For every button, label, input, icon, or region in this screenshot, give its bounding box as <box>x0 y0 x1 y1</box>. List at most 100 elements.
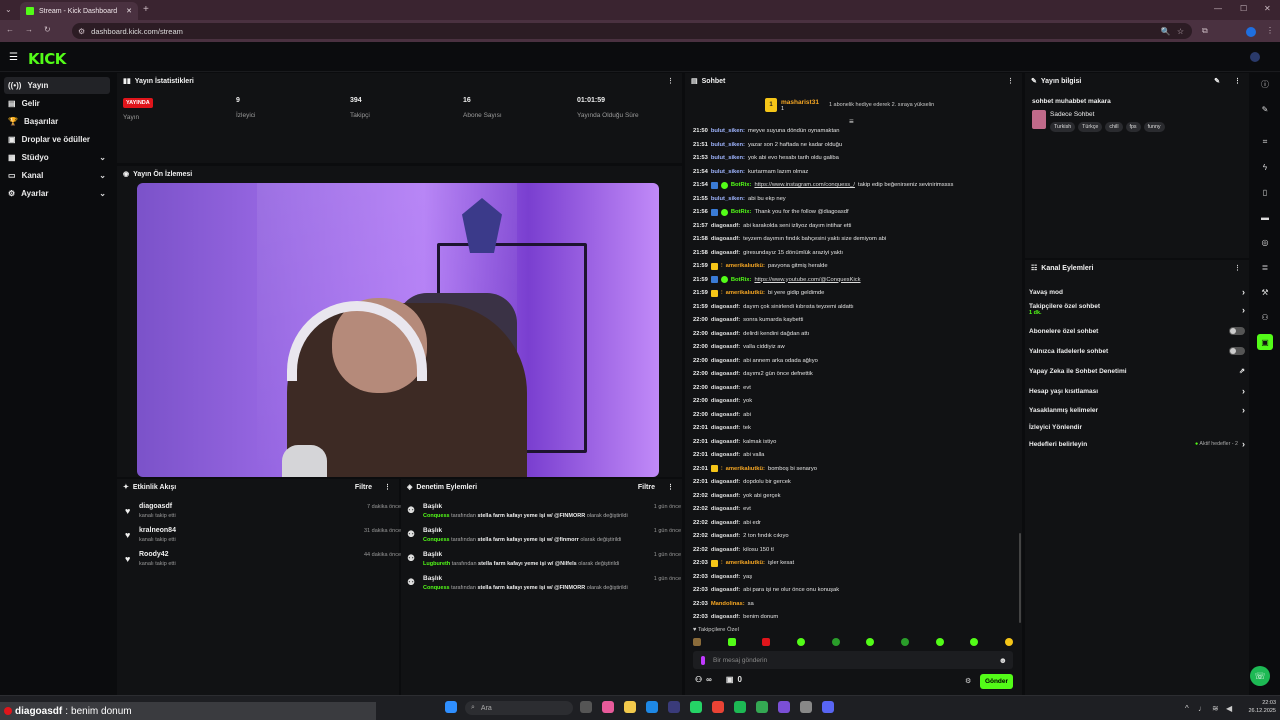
app-icon[interactable] <box>778 701 790 713</box>
back-icon[interactable]: ← <box>6 25 14 34</box>
message-user[interactable]: diagoasdf: <box>711 614 740 620</box>
emoji-icon[interactable]: ☻ <box>999 656 1007 665</box>
emote-icon[interactable] <box>796 638 805 646</box>
spotify-icon[interactable] <box>734 701 746 713</box>
chat-settings-gear-icon[interactable]: ⚙ <box>965 677 971 685</box>
message-user[interactable]: diagoasdf: <box>711 533 740 539</box>
message-user[interactable]: diagoasdf: <box>711 574 740 580</box>
subscribers-only-item[interactable]: Abonelere özel sohbet <box>1029 324 1245 338</box>
activity-user[interactable]: kralneon84 <box>139 527 176 534</box>
extensions-icon[interactable]: ⧉ <box>1202 26 1208 36</box>
filter-button[interactable]: Filtre <box>355 484 372 491</box>
address-bar[interactable]: ⚙ dashboard.kick.com/stream 🔍 ☆ <box>72 23 1192 39</box>
activity-user[interactable]: Roody42 <box>139 551 169 558</box>
message-user[interactable]: BotRix: <box>731 277 752 283</box>
sidebar-item-ayarlar[interactable]: ⚙ Ayarlar ⌄ <box>4 185 110 202</box>
app-icon[interactable] <box>602 701 614 713</box>
info-icon[interactable]: ⓘ <box>1257 76 1273 92</box>
user-avatar[interactable] <box>1250 52 1260 62</box>
broadcast-icon[interactable]: ◎ <box>1257 234 1273 250</box>
site-info-icon[interactable]: ⚙ <box>78 27 85 36</box>
message-user[interactable]: diagoasdf: <box>711 236 740 242</box>
windows-start-icon[interactable] <box>445 701 457 713</box>
users-icon[interactable]: ⚇ <box>695 675 702 684</box>
wifi-icon[interactable]: ≋ <box>1212 704 1219 713</box>
emote-icon[interactable] <box>866 638 875 646</box>
activity-user[interactable]: diagoasdf <box>139 503 172 510</box>
message-user[interactable]: diagoasdf: <box>711 493 740 499</box>
emote-icon[interactable] <box>970 638 979 646</box>
host-viewer-item[interactable]: İzleyici Yönlendir <box>1029 420 1245 434</box>
message-user[interactable]: bulut_siken: <box>711 142 745 148</box>
message-user[interactable]: diagoasdf: <box>711 452 740 458</box>
message-user[interactable]: bulut_siken: <box>711 169 745 175</box>
tray-chevron-icon[interactable]: ^ <box>1185 704 1189 713</box>
chat-input[interactable]: Bir mesaj gönderin ☻ <box>693 651 1013 669</box>
chrome-icon[interactable] <box>712 701 724 713</box>
document-icon[interactable]: ▯ <box>1257 184 1273 200</box>
wrench-icon[interactable]: ⚒ <box>1257 284 1273 300</box>
explorer-icon[interactable] <box>624 701 636 713</box>
message-user[interactable]: diagoasdf: <box>711 371 740 377</box>
message-user[interactable]: diagoasdf: <box>711 317 740 323</box>
message-user[interactable]: diagoasdf: <box>711 412 740 418</box>
pencil-icon[interactable]: ✎ <box>1257 101 1273 117</box>
emote-icon[interactable] <box>693 638 701 646</box>
kebab-menu-icon[interactable]: ⋮ <box>667 483 674 491</box>
bookmark-star-icon[interactable]: ☆ <box>1177 27 1184 36</box>
sidebar-item-yayin[interactable]: ((•)) Yayın <box>4 77 110 94</box>
filter-button[interactable]: Filtre <box>638 484 655 491</box>
sidebar-item-studyo[interactable]: ▦ Stüdyo ⌄ <box>4 149 110 166</box>
message-user[interactable]: diagoasdf: <box>711 520 740 526</box>
message-user[interactable]: amerikalıutkü: <box>726 290 765 296</box>
zoom-icon[interactable]: 🔍 <box>1161 27 1171 36</box>
active-panel-icon[interactable]: ▣ <box>1257 334 1273 350</box>
banned-words-item[interactable]: Yasaklanmış kelimeler › <box>1029 403 1245 417</box>
emote-icon[interactable] <box>935 638 944 646</box>
message-user[interactable]: diagoasdf: <box>711 223 740 229</box>
sidebar-item-droplar[interactable]: ▣ Droplar ve ödüller <box>4 131 110 148</box>
message-user[interactable]: diagoasdf: <box>711 439 740 445</box>
chat-mic-icon[interactable] <box>701 655 705 665</box>
settings-icon[interactable] <box>800 701 812 713</box>
gift-icon[interactable]: ▣ <box>726 675 734 684</box>
browser-tab[interactable]: Stream - Kick Dashboard ✕ <box>20 2 138 20</box>
sidebar-item-kanal[interactable]: ▭ Kanal ⌄ <box>4 167 110 184</box>
whatsapp-icon[interactable] <box>690 701 702 713</box>
kebab-menu-icon[interactable]: ⋮ <box>1007 77 1014 85</box>
bolt-icon[interactable]: ϟ <box>1257 159 1273 175</box>
volume-icon[interactable]: ◀ <box>1226 704 1232 713</box>
mic-icon[interactable]: ♩ <box>1198 704 1206 713</box>
edge-icon[interactable] <box>646 701 658 713</box>
menu-kebab-icon[interactable]: ⋮ <box>1266 26 1274 35</box>
category-name[interactable]: Sadece Sohbet <box>1050 111 1094 118</box>
emote-only-toggle[interactable] <box>1229 347 1245 355</box>
message-user[interactable]: amerikalıutkü: <box>726 466 765 472</box>
kebab-menu-icon[interactable]: ⋮ <box>1234 264 1241 272</box>
emote-only-item[interactable]: Yalnızca ifadelerle sohbet <box>1029 344 1245 358</box>
pinned-gift-banner[interactable]: 1 masharist31 1 1 abonelik hediye ederek … <box>765 95 934 115</box>
mod-actor[interactable]: Lugbureth <box>423 561 450 567</box>
message-user[interactable]: diagoasdf: <box>711 587 740 593</box>
mod-actor[interactable]: Conquess <box>423 585 450 591</box>
message-user[interactable]: diagoasdf: <box>711 358 740 364</box>
profile-avatar[interactable] <box>1246 27 1256 37</box>
emote-icon[interactable] <box>900 638 909 646</box>
edit-icon[interactable]: ✎ <box>1214 77 1220 85</box>
maximize-icon[interactable]: ☐ <box>1240 4 1247 13</box>
emote-icon[interactable] <box>831 638 840 646</box>
task-view-icon[interactable] <box>580 701 592 713</box>
stats-icon[interactable]: ⌗ <box>1257 134 1273 150</box>
message-user[interactable]: Mandolinas: <box>711 601 745 607</box>
app-icon[interactable] <box>668 701 680 713</box>
goals-item[interactable]: Hedefleri belirleyin ● Aktif hedefler - 2… <box>1029 437 1245 451</box>
message-user[interactable]: bulut_siken: <box>711 196 745 202</box>
message-user[interactable]: diagoasdf: <box>711 344 740 350</box>
chat-bubble-icon[interactable]: ▬ <box>1257 209 1273 225</box>
clock[interactable]: 22:03 26.12.2025 <box>1238 699 1276 715</box>
message-user[interactable]: diagoasdf: <box>711 331 740 337</box>
message-user[interactable]: diagoasdf: <box>711 479 740 485</box>
sidebar-item-gelir[interactable]: ▤ Gelir <box>4 95 110 112</box>
message-user[interactable]: diagoasdf: <box>711 398 740 404</box>
message-user[interactable]: diagoasdf: <box>711 506 740 512</box>
